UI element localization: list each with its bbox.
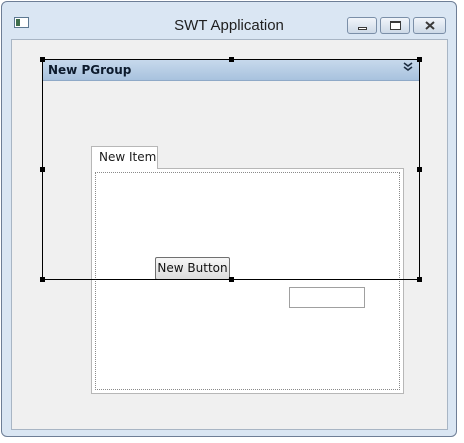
resize-handle-ne[interactable] bbox=[417, 57, 422, 62]
text-field[interactable] bbox=[289, 287, 365, 308]
resize-handle-w[interactable] bbox=[40, 167, 45, 172]
resize-handle-sw[interactable] bbox=[40, 277, 45, 282]
double-chevron-down-icon[interactable] bbox=[403, 62, 413, 74]
resize-handle-n[interactable] bbox=[229, 57, 234, 62]
resize-handle-se[interactable] bbox=[417, 277, 422, 282]
resize-handle-nw[interactable] bbox=[40, 57, 45, 62]
minimize-icon bbox=[358, 27, 367, 30]
tab-new-item[interactable]: New Item bbox=[91, 146, 158, 169]
maximize-button[interactable] bbox=[380, 17, 410, 34]
resize-handle-e[interactable] bbox=[417, 167, 422, 172]
close-icon bbox=[425, 21, 435, 30]
minimize-button[interactable] bbox=[347, 17, 377, 34]
pgroup-title: New PGroup bbox=[48, 63, 132, 77]
new-button[interactable]: New Button bbox=[155, 257, 230, 280]
title-bar[interactable]: SWT Application bbox=[2, 2, 456, 34]
composite-placeholder bbox=[95, 172, 400, 390]
close-button[interactable] bbox=[413, 17, 446, 34]
resize-handle-s[interactable] bbox=[229, 277, 234, 282]
pgroup-header[interactable]: New PGroup bbox=[43, 60, 419, 81]
tab-content-area bbox=[91, 168, 404, 394]
maximize-icon bbox=[390, 21, 401, 30]
tab-label: New Item bbox=[99, 150, 157, 164]
